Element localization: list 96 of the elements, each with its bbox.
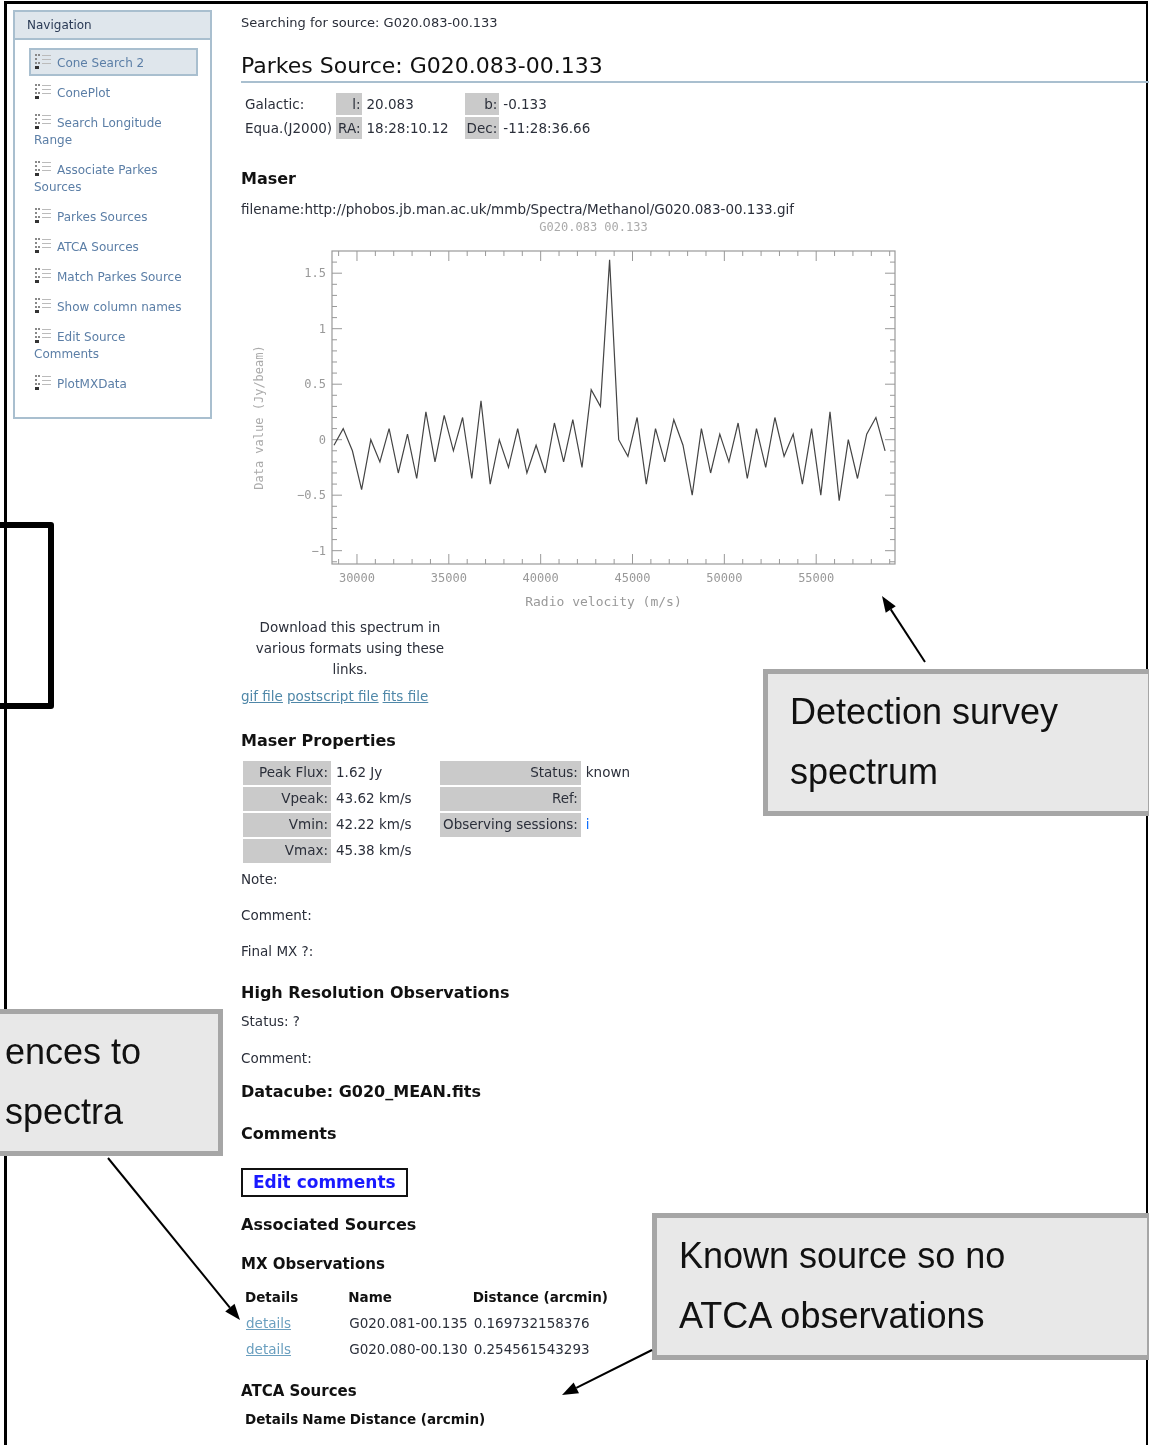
tick-label: 0.5	[304, 377, 326, 392]
nav-link[interactable]: PlotMXData	[29, 369, 198, 397]
datacube-title: Datacube: G020_MEAN.fits	[241, 1080, 481, 1103]
field-value: 43.62 km/s	[335, 789, 413, 809]
column-header: Distance (arcmin)	[349, 1409, 486, 1429]
field-label: Ref:	[440, 786, 581, 811]
nav-link[interactable]: Cone Search 2	[29, 48, 198, 76]
table-cell-text: 0.169732158376	[472, 1313, 591, 1333]
section-heading: Maser	[241, 168, 296, 190]
search-status: Searching for source: G020.083-00.133	[241, 14, 498, 32]
field-value: 1.62 Jy	[335, 763, 384, 783]
axis-title: Radio velocity (m/s)	[525, 594, 682, 610]
coordinate-system: Galactic:	[244, 94, 306, 114]
field-label: Comment:	[241, 1048, 312, 1068]
list-icon	[34, 159, 52, 177]
download-note: Download this spectrum in various formats using these links.	[254, 618, 446, 680]
file-link[interactable]: fits file	[382, 686, 429, 707]
nav-link[interactable]: Parkes Sources	[29, 202, 198, 230]
column-header: Details	[245, 1409, 299, 1429]
tick-label: 50000	[706, 571, 743, 586]
list-icon	[34, 112, 52, 130]
coordinate-system: Equa.(J2000)	[244, 118, 334, 138]
tick-label: 35000	[430, 571, 467, 586]
field-label: b:	[464, 92, 500, 115]
section-heading: High Resolution Observations	[241, 982, 510, 1005]
field-label: Comment:	[241, 905, 312, 925]
callout-box: Known source so no ATCA observations	[652, 1213, 1149, 1360]
list-icon	[34, 236, 52, 254]
page-heading: Parkes Source: G020.083-00.133	[241, 50, 1149, 83]
field-label: Status:	[440, 760, 581, 785]
field-label: RA:	[336, 116, 363, 139]
chart-title: G020.083 00.133	[539, 220, 648, 235]
nav-link[interactable]: Match Parkes Source	[29, 262, 198, 290]
field-value: -11:28:36.66	[502, 118, 592, 138]
tick-label: 45000	[614, 571, 651, 586]
list-icon	[34, 52, 52, 70]
details-link[interactable]: details	[246, 1340, 291, 1357]
tick-label: 55000	[798, 571, 835, 586]
field-label: Final MX ?:	[241, 942, 314, 961]
field-value: 45.38 km/s	[335, 841, 413, 861]
field-label: Vpeak:	[243, 786, 331, 811]
nav-link[interactable]: Associate Parkes Sources	[29, 155, 198, 200]
tick-label: 1	[318, 321, 326, 336]
tick-label: −1	[311, 543, 326, 558]
field-value: 20.083	[365, 94, 415, 114]
field-label: Vmin:	[243, 812, 331, 837]
field-value: known	[585, 764, 631, 781]
table-cell-text: G020.080-00.130	[348, 1339, 469, 1359]
axis-title: Data value (Jy/beam)	[252, 345, 266, 490]
field-label: Observing sessions:	[440, 812, 581, 837]
field-label: Vmax:	[243, 838, 331, 863]
list-icon	[34, 206, 52, 224]
section-heading: Comments	[241, 1122, 337, 1145]
column-header: Name	[302, 1409, 346, 1429]
field-link[interactable]: i	[585, 816, 590, 833]
column-header: Name	[348, 1288, 393, 1308]
file-link[interactable]: gif file	[241, 686, 283, 707]
tick-label: 1.5	[304, 266, 326, 281]
nav-link[interactable]: Show column names	[29, 292, 198, 320]
table-cell-text: G020.081-00.135	[348, 1313, 469, 1333]
column-header: Distance (arcmin)	[472, 1288, 608, 1308]
callout-box: Detection survey spectrum	[763, 669, 1149, 816]
field-value: -0.133	[502, 94, 548, 114]
table-cell-text: 0.254561543293	[472, 1339, 591, 1359]
nav-link[interactable]: ConePlot	[29, 78, 198, 106]
nav-link[interactable]: Search Longitude Range	[29, 108, 198, 153]
edit-comments-button[interactable]: Edit comments	[241, 1167, 408, 1197]
tick-label: 30000	[338, 571, 376, 586]
tick-label: 0	[318, 432, 326, 447]
subsection-heading: MX Observations	[241, 1253, 385, 1275]
list-icon	[34, 296, 52, 314]
section-heading: Maser Properties	[241, 729, 396, 752]
nav-link[interactable]: Edit Source Comments	[29, 322, 198, 367]
arrow	[882, 596, 926, 663]
section-heading: Associated Sources	[241, 1213, 417, 1236]
field-label: Peak Flux:	[243, 760, 331, 785]
column-header: Details	[245, 1288, 300, 1308]
list-icon	[34, 266, 52, 284]
field-label: l:	[336, 92, 363, 115]
field-value: 42.22 km/s	[335, 815, 413, 835]
list-icon	[34, 326, 52, 344]
tick-label: 40000	[522, 571, 559, 586]
file-link[interactable]: postscript file	[286, 686, 379, 707]
list-icon	[34, 82, 52, 100]
panel-title: Navigation	[15, 12, 210, 40]
field-value: 18:28:10.12	[365, 118, 450, 138]
status-text: Status: ?	[241, 1012, 301, 1032]
callout-box: ences to spectra	[0, 1009, 223, 1156]
file-name: filename:http://phobos.jb.man.ac.uk/mmb/Spectra/Methanol/G020.083-00.133.gif	[241, 200, 794, 219]
nav-link[interactable]: ATCA Sources	[29, 232, 198, 260]
field-label: Note:	[241, 869, 278, 889]
field-label: Dec:	[464, 116, 500, 139]
tick-label: −0.5	[297, 488, 326, 503]
details-link[interactable]: details	[246, 1314, 291, 1331]
subsection-heading: ATCA Sources	[241, 1381, 357, 1402]
list-icon	[34, 373, 52, 391]
